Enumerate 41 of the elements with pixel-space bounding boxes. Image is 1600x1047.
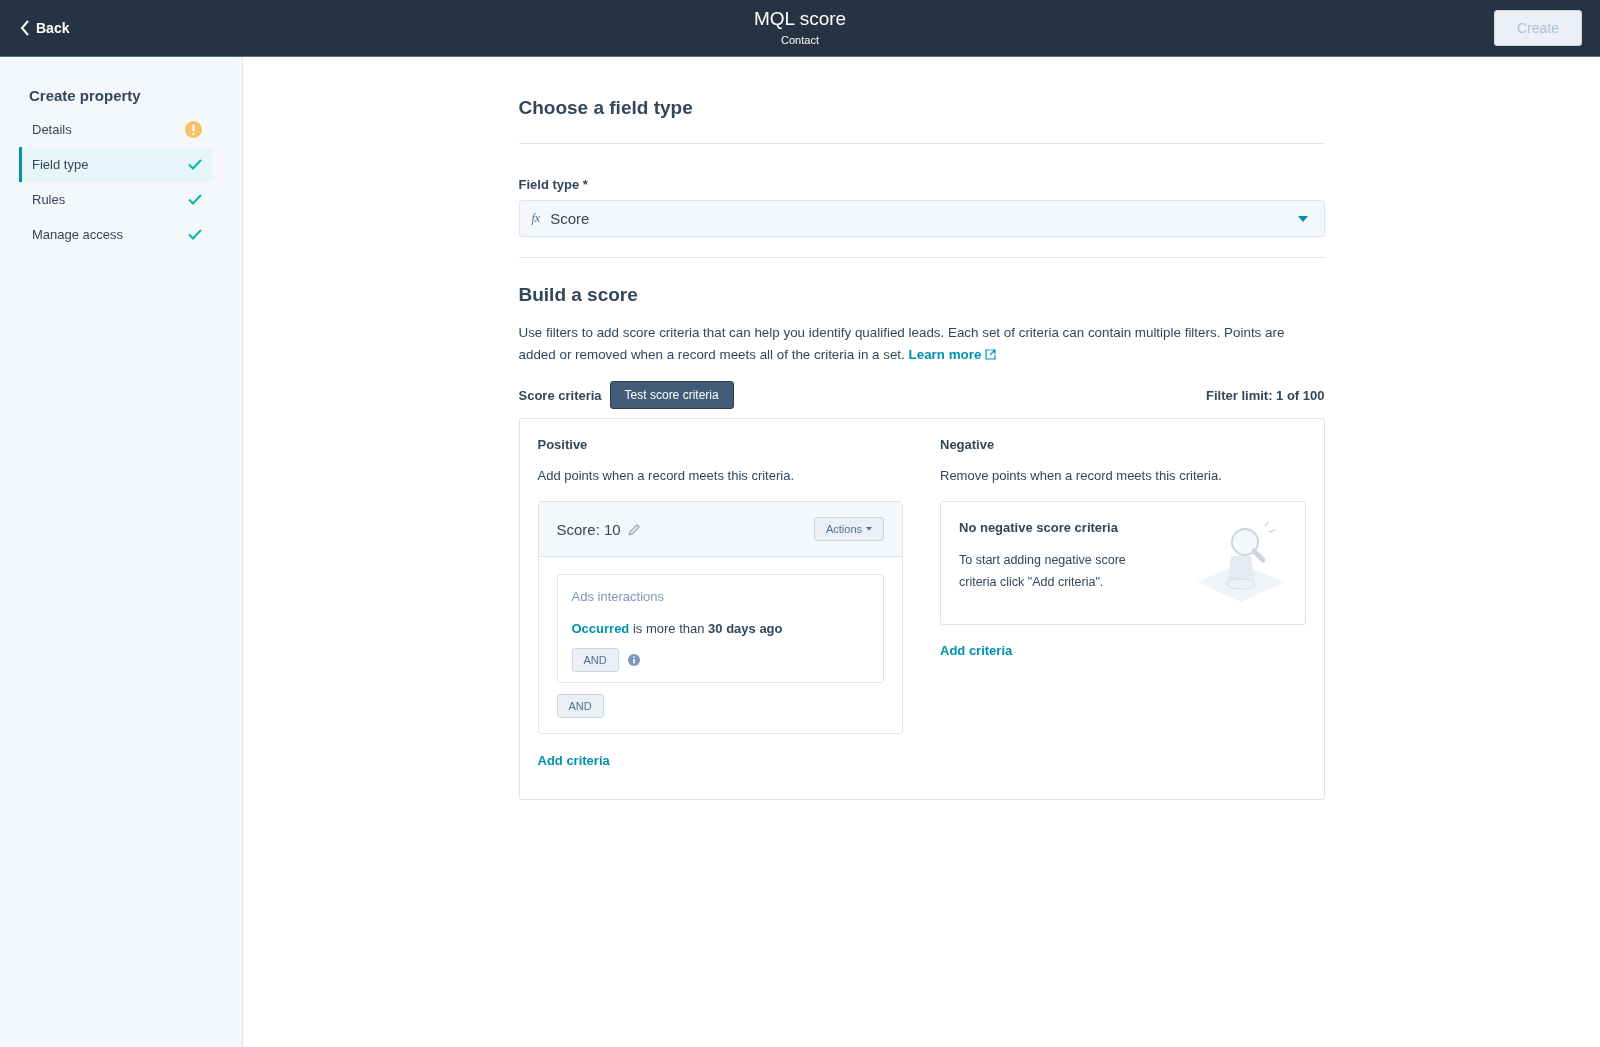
page-title: MQL score — [753, 8, 847, 30]
section-description: Use filters to add score criteria that can help you identify qualified leads. Each set of criteria can contain multiple filters. Points are added or removed when a record meets all of the criteria in a set. Learn more — [518, 324, 1286, 364]
pencil-icon[interactable] — [627, 522, 641, 536]
section-heading: Build a score — [518, 284, 639, 306]
caret-icon — [866, 527, 872, 531]
actions-button[interactable]: Actions — [813, 517, 884, 541]
filter-condition: Occurred is more than 30 days ago — [571, 621, 784, 636]
filter-limit: Filter limit: 1 of 100 — [1206, 387, 1325, 403]
caret-icon — [1297, 215, 1308, 222]
empty-state-title: No negative score criteria — [959, 520, 1119, 535]
add-criteria-link[interactable]: Add criteria — [537, 753, 610, 768]
column-description: Add points when a record meets this criteria. — [537, 468, 795, 483]
back-button[interactable]: Back — [20, 20, 70, 36]
field-type-dropdown[interactable]: fx Score — [518, 200, 1325, 237]
test-score-criteria-button[interactable]: Test score criteria — [609, 381, 734, 409]
checkmark-icon — [188, 159, 202, 170]
column-heading: Negative — [940, 437, 996, 452]
sidebar-item[interactable]: Manage access — [19, 217, 212, 252]
column-heading: Positive — [537, 437, 589, 452]
add-criteria-link[interactable]: Add criteria — [940, 643, 1013, 658]
score-criteria-label: Score criteria — [518, 387, 602, 403]
filter-property: Ads interactions — [571, 589, 665, 604]
column-description: Remove points when a record meets this criteria. — [940, 468, 1223, 483]
and-button[interactable]: AND — [556, 694, 604, 718]
sidebar-item[interactable]: Field type — [19, 147, 212, 182]
checkmark-icon — [188, 229, 202, 240]
score-value: Score: 10 — [556, 520, 621, 538]
field-label: Field type * — [518, 177, 589, 192]
page-subtitle: Contact — [781, 34, 819, 46]
learn-more-link[interactable]: Learn more — [908, 347, 997, 362]
info-icon[interactable] — [627, 654, 640, 666]
sidebar-title: Create property — [29, 87, 142, 104]
warning-icon — [185, 121, 202, 138]
sidebar-item[interactable]: Details — [19, 112, 212, 147]
checkmark-icon — [188, 194, 202, 205]
external-link-icon — [985, 349, 997, 360]
chevron-left-icon — [20, 20, 30, 36]
and-button[interactable]: AND — [571, 648, 619, 672]
empty-state-text: To start adding negative score criteria click "Add criteria". — [959, 552, 1127, 591]
section-heading: Choose a field type — [518, 97, 694, 119]
sidebar-item[interactable]: Rules — [19, 182, 212, 217]
